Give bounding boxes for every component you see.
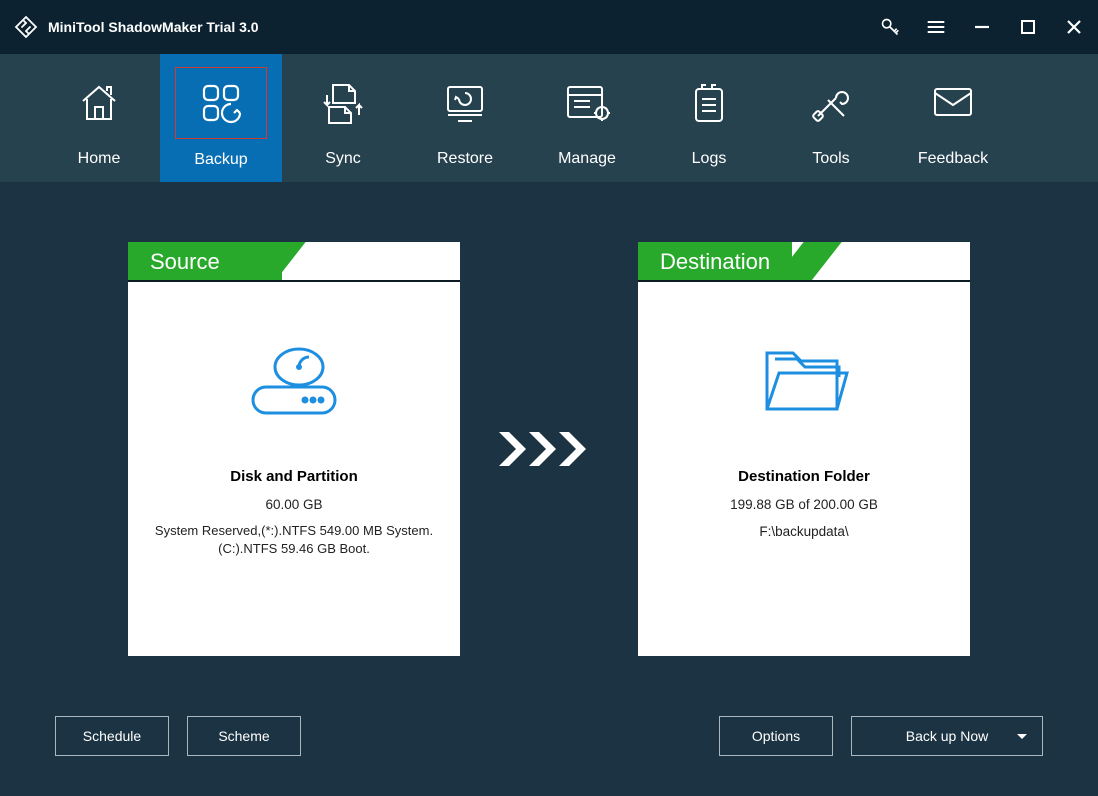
- source-card-body: Disk and Partition 60.00 GB System Reser…: [128, 282, 460, 557]
- schedule-button[interactable]: Schedule: [55, 716, 169, 756]
- nav-logs[interactable]: Logs: [648, 54, 770, 182]
- button-label: Scheme: [218, 728, 269, 744]
- app-title: MiniTool ShadowMaker Trial 3.0: [48, 19, 259, 35]
- nav-label: Tools: [812, 150, 849, 168]
- nav-label: Feedback: [918, 150, 988, 168]
- nav-label: Restore: [437, 150, 493, 168]
- title-bar: MiniTool ShadowMaker Trial 3.0: [0, 0, 1098, 54]
- disk-icon: [128, 322, 460, 442]
- source-detail: System Reserved,(*:).NTFS 549.00 MB Syst…: [128, 522, 460, 557]
- destination-path: F:\backupdata\: [638, 524, 970, 539]
- destination-header-label: Destination: [638, 242, 792, 282]
- title-bar-right: [880, 17, 1084, 37]
- nav-restore[interactable]: Restore: [404, 54, 526, 182]
- button-label: Back up Now: [906, 728, 988, 744]
- button-label: Options: [752, 728, 800, 744]
- cards-row: Source Disk and Partition 60.00 GB: [55, 242, 1043, 656]
- nav-label: Backup: [194, 151, 247, 169]
- nav-sync[interactable]: Sync: [282, 54, 404, 182]
- sync-icon: [298, 68, 388, 138]
- scheme-button[interactable]: Scheme: [187, 716, 301, 756]
- nav-label: Sync: [325, 150, 361, 168]
- nav-manage[interactable]: Manage: [526, 54, 648, 182]
- bottom-bar: Schedule Scheme Options Back up Now: [55, 716, 1043, 756]
- destination-card-header: Destination: [638, 242, 970, 282]
- destination-size: 199.88 GB of 200.00 GB: [638, 497, 970, 512]
- app-logo-icon: [14, 15, 38, 39]
- maximize-button[interactable]: [1018, 17, 1038, 37]
- manage-icon: [542, 68, 632, 138]
- nav-label: Home: [78, 150, 121, 168]
- source-header-label: Source: [128, 242, 282, 282]
- source-card-header: Source: [128, 242, 460, 282]
- minimize-button[interactable]: [972, 17, 992, 37]
- folder-icon: [638, 322, 970, 442]
- destination-title: Destination Folder: [638, 468, 970, 485]
- backup-icon: [175, 67, 267, 139]
- nav-bar: Home Backup Sync: [0, 54, 1098, 182]
- caret-down-icon: [1016, 728, 1028, 744]
- nav-tools[interactable]: Tools: [770, 54, 892, 182]
- nav-feedback[interactable]: Feedback: [892, 54, 1014, 182]
- feedback-icon: [908, 68, 998, 138]
- bottom-left-buttons: Schedule Scheme: [55, 716, 301, 756]
- destination-card-body: Destination Folder 199.88 GB of 200.00 G…: [638, 282, 970, 539]
- options-button[interactable]: Options: [719, 716, 833, 756]
- nav-backup[interactable]: Backup: [160, 54, 282, 182]
- backup-now-button[interactable]: Back up Now: [851, 716, 1043, 756]
- close-button[interactable]: [1064, 17, 1084, 37]
- destination-card[interactable]: Destination Destination Folder 199.88 GB…: [638, 242, 970, 656]
- main-content: Source Disk and Partition 60.00 GB: [0, 182, 1098, 796]
- button-label: Schedule: [83, 728, 141, 744]
- bottom-right-buttons: Options Back up Now: [719, 716, 1043, 756]
- key-icon[interactable]: [880, 17, 900, 37]
- nav-home[interactable]: Home: [38, 54, 160, 182]
- nav-label: Logs: [692, 150, 727, 168]
- source-title: Disk and Partition: [128, 468, 460, 485]
- source-size: 60.00 GB: [128, 497, 460, 512]
- restore-icon: [420, 68, 510, 138]
- logs-icon: [664, 68, 754, 138]
- menu-icon[interactable]: [926, 17, 946, 37]
- source-card[interactable]: Source Disk and Partition 60.00 GB: [128, 242, 460, 656]
- home-icon: [54, 68, 144, 138]
- nav-label: Manage: [558, 150, 616, 168]
- tools-icon: [786, 68, 876, 138]
- title-bar-left: MiniTool ShadowMaker Trial 3.0: [14, 15, 259, 39]
- arrow-icon: [494, 424, 604, 474]
